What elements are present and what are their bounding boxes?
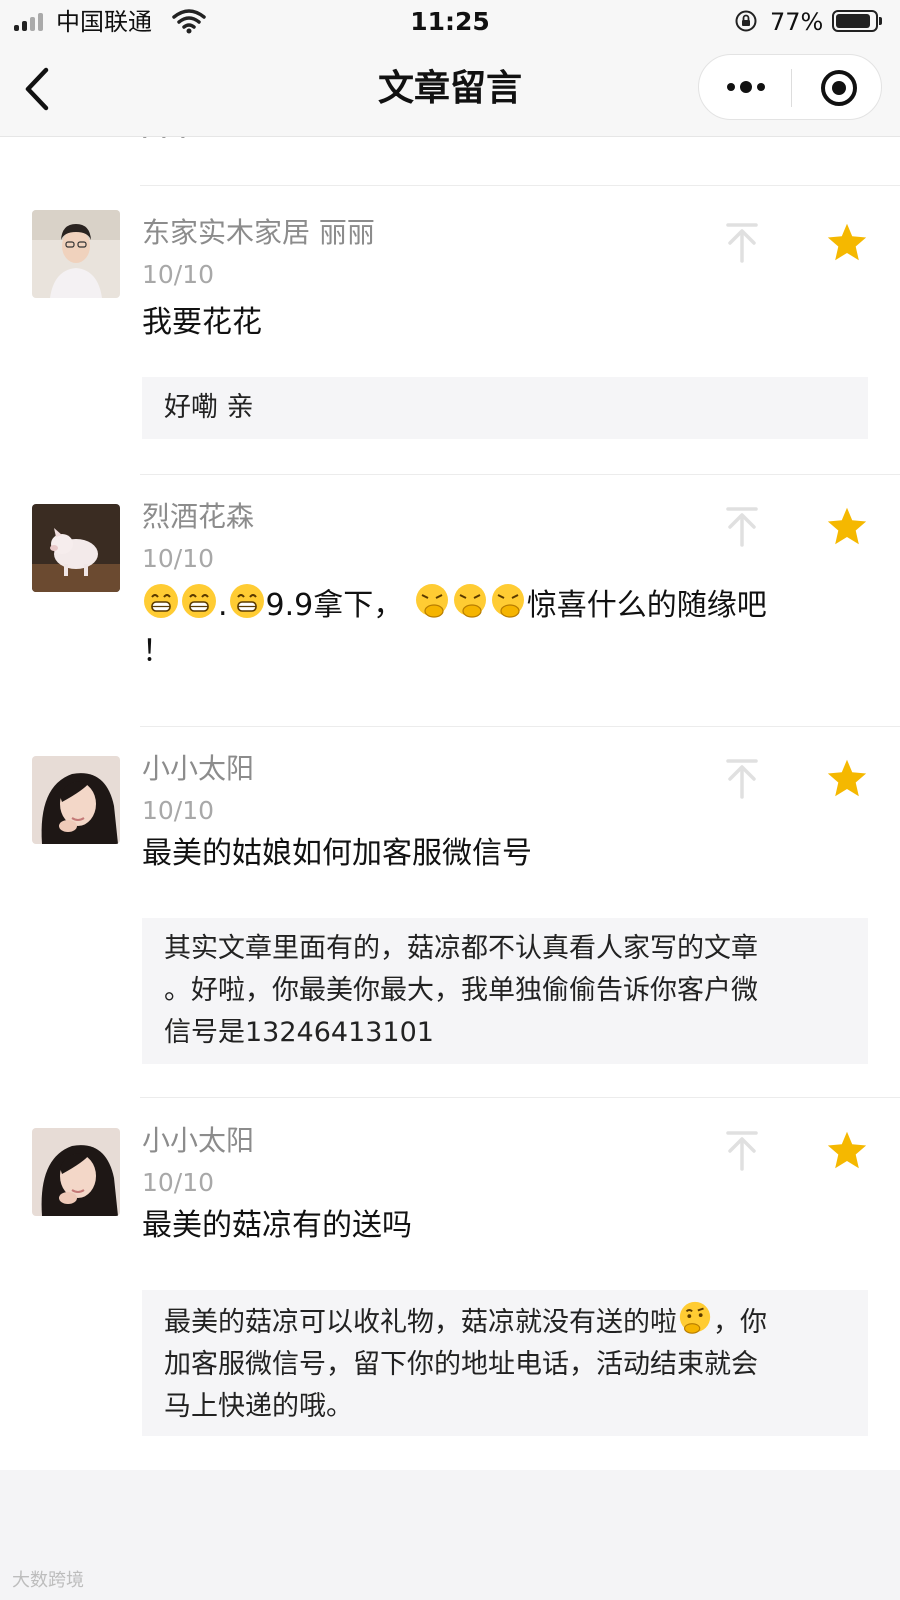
star-icon[interactable] [826, 1130, 868, 1170]
comment-nickname: 烈酒花森 [142, 500, 255, 533]
avatar[interactable] [32, 756, 120, 844]
reply-line: 最美的菇凉可以收礼物，菇凉就没有送的啦 ，你 [164, 1300, 846, 1344]
reply-text: ，你 [713, 1307, 767, 1338]
snicker-emoji [453, 584, 486, 618]
reply-line: 其实文章里面有的，菇凉都不认真看人家写的文章 [164, 933, 758, 964]
watermark: 大数跨境 [12, 1570, 84, 1591]
comment-text: 我要花花 [142, 305, 262, 340]
reply-text: 最美的菇凉可以收礼物，菇凉就没有送的啦 [164, 1307, 677, 1338]
snicker-emoji [491, 584, 524, 618]
comment-date: 10/10 [142, 544, 215, 573]
comment-text-part: ！ [142, 634, 172, 669]
avatar-pig [32, 504, 120, 592]
star-icon[interactable] [826, 506, 868, 546]
battery-percent: 77% [770, 8, 824, 36]
comment-text-part: 惊喜什么的随缘吧 [526, 588, 767, 623]
divider [140, 185, 900, 186]
star-icon[interactable] [826, 758, 868, 798]
page-footer: 大数跨境 [0, 1470, 900, 1600]
nav-bar: 文章留言 [0, 44, 900, 137]
more-icon[interactable] [723, 69, 769, 105]
clock: 11:25 [410, 7, 490, 36]
comment-date: 10/10 [142, 260, 215, 289]
mini-program-capsule [698, 54, 882, 120]
divider [140, 474, 900, 475]
pin-top-icon[interactable] [722, 757, 762, 801]
divider [140, 726, 900, 727]
previous-comment-tail: · · · [140, 137, 188, 154]
comment-nickname: 东家实木家居 丽丽 [142, 216, 375, 249]
reply-line: 信号是13246413101 [164, 1017, 434, 1048]
avatar[interactable] [32, 504, 120, 592]
avatar-girl [32, 756, 120, 844]
comment-text: 最美的姑娘如何加客服微信号 [142, 836, 532, 871]
comment-text: 最美的菇凉有的送吗 [142, 1208, 412, 1243]
rotation-lock-icon [735, 10, 757, 32]
grin-emoji [229, 584, 264, 618]
comment-date: 10/10 [142, 796, 215, 825]
comment-text-part: 9.9拿下， [265, 588, 404, 623]
comment-text: . 9.9拿下， 惊喜什么的随缘吧 ！ [142, 582, 862, 675]
pin-top-icon[interactable] [722, 505, 762, 549]
comment-date: 10/10 [142, 1168, 215, 1197]
battery-icon [832, 10, 882, 32]
avatar-woman-glasses [32, 210, 120, 298]
comment-nickname: 小小太阳 [142, 752, 255, 785]
author-reply: 其实文章里面有的，菇凉都不认真看人家写的文章 。好啦，你最美你最大，我单独偷偷告… [142, 918, 868, 1064]
snicker-emoji [415, 584, 448, 618]
avatar[interactable] [32, 210, 120, 298]
author-reply: 好嘞 亲 [142, 377, 868, 439]
thinking-emoji [679, 1301, 711, 1334]
pin-top-icon[interactable] [722, 221, 762, 265]
reply-line: 马上快递的哦。 [164, 1391, 353, 1422]
author-reply: 最美的菇凉可以收礼物，菇凉就没有送的啦 ，你 加客服微信号，留下你的地址电话，活动… [142, 1290, 868, 1436]
grin-emoji [144, 584, 178, 618]
divider [140, 1097, 900, 1098]
reply-line: 加客服微信号，留下你的地址电话，活动结束就会 [164, 1349, 758, 1380]
comment-list: · · · 东家实木家居 丽丽 10/10 我要花花 好嘞 亲 [0, 137, 900, 1470]
grin-emoji [182, 584, 216, 618]
avatar-girl [32, 1128, 120, 1216]
capsule-divider [791, 69, 792, 107]
avatar[interactable] [32, 1128, 120, 1216]
target-icon[interactable] [819, 68, 859, 108]
status-bar: 中国联通 11:25 77% [0, 0, 900, 44]
pin-top-icon[interactable] [722, 1129, 762, 1173]
reply-line: 。好啦，你最美你最大，我单独偷偷告诉你客户微 [164, 975, 758, 1006]
star-icon[interactable] [826, 222, 868, 262]
comment-nickname: 小小太阳 [142, 1124, 255, 1157]
comment-text-part: . [218, 588, 228, 623]
